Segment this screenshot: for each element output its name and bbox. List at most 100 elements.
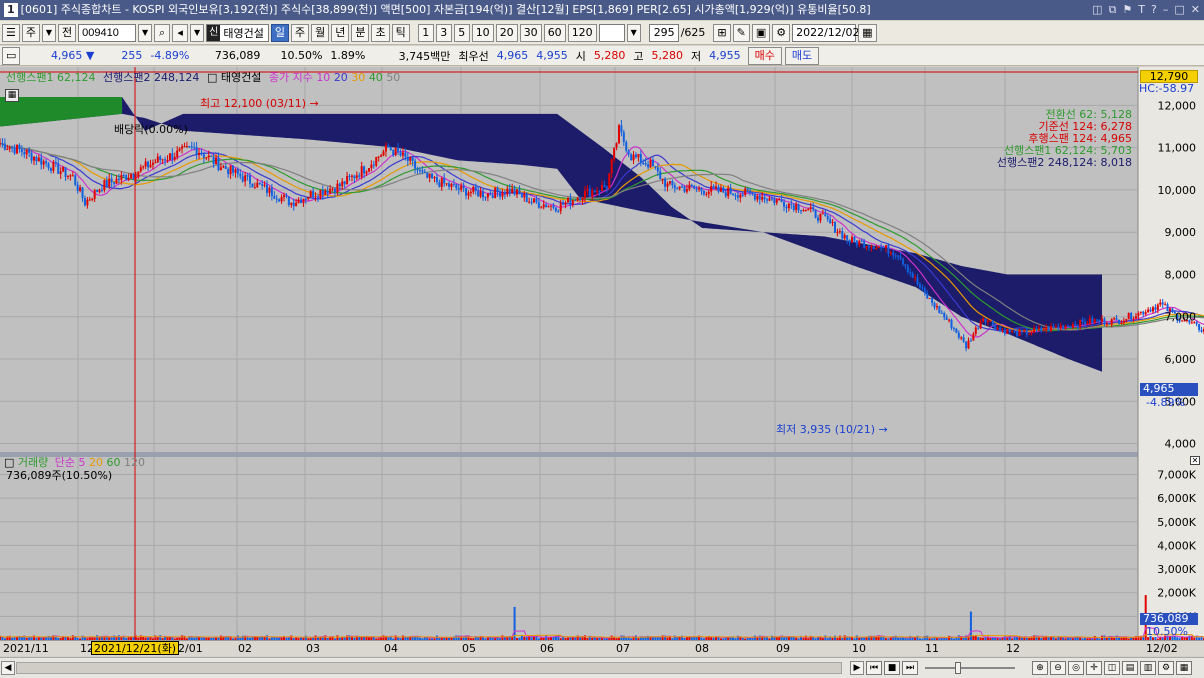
minimize-icon[interactable]: –	[1163, 0, 1169, 20]
zoom-slider-thumb[interactable]	[955, 662, 961, 674]
sell-button[interactable]: 매도	[784, 46, 820, 65]
candle-body	[1016, 330, 1019, 337]
prev-stock-icon[interactable]: ◂	[172, 23, 189, 42]
candle-body	[935, 306, 938, 308]
candle-body	[931, 297, 934, 303]
stop-icon[interactable]: ■	[884, 661, 900, 675]
candle-body	[1117, 319, 1120, 324]
candle-body	[86, 199, 89, 206]
candle-body	[392, 150, 395, 156]
zoom-out-icon[interactable]: ⊖	[1050, 661, 1066, 675]
display-count-input[interactable]: 295	[648, 23, 679, 42]
interval-3-button[interactable]: 3	[435, 23, 452, 42]
gear-icon[interactable]: ⚙	[772, 23, 791, 42]
candle-body	[778, 199, 781, 201]
chart-scrollbar[interactable]: ◀ ▶ ⏮ ■ ⏭ ⊕ ⊖ ◎ ✛ ◫ ▤ ▥ ⚙ ▦	[0, 657, 1204, 678]
share-icon[interactable]: ⧉	[1109, 0, 1117, 20]
last-icon[interactable]: ⏭	[902, 661, 918, 675]
zoom-slider-track[interactable]	[925, 667, 1015, 669]
stock-code-input[interactable]	[78, 23, 137, 42]
volume-legend-ma120: 120	[124, 456, 146, 469]
interval-10-button[interactable]: 10	[471, 23, 494, 42]
legend-color-square-icon: □	[4, 456, 15, 469]
period-minute-button[interactable]: 분	[351, 23, 370, 42]
buy-button[interactable]: 매수	[747, 46, 782, 65]
chevron-down-icon[interactable]: ▼	[138, 23, 153, 42]
close-icon[interactable]: ✕	[1191, 0, 1200, 20]
close-panel-icon[interactable]: ✕	[1190, 456, 1200, 465]
zoom-reset-icon[interactable]: ◎	[1068, 661, 1084, 675]
grid-view-icon[interactable]: ▤	[1122, 661, 1138, 675]
save-icon[interactable]: ▣	[751, 23, 771, 42]
candle-body	[455, 184, 458, 189]
interval-120-button[interactable]: 120	[567, 23, 597, 42]
candle-body	[489, 193, 492, 196]
period-month-button[interactable]: 월	[311, 23, 330, 42]
chart-area[interactable]: 4,000 5,000 6,000 7,000 8,000 9,000 10,000 11,0…	[0, 67, 1204, 640]
chart-list-icon[interactable]: ▥	[1140, 661, 1156, 675]
scroll-thumb[interactable]	[16, 662, 842, 674]
candle-body	[125, 175, 128, 180]
candle-body	[460, 185, 463, 190]
draw-tool-icon[interactable]: ✎	[732, 23, 750, 42]
date-input[interactable]: 2022/12/02	[792, 23, 860, 42]
stock-name-box[interactable]: 신 태영건설	[206, 23, 269, 42]
pin-icon[interactable]: ⚑	[1122, 0, 1132, 20]
split-view-icon[interactable]: ◫	[1104, 661, 1120, 675]
interval-30-button[interactable]: 30	[519, 23, 542, 42]
volume-legend-simple: 단순	[54, 456, 76, 469]
volume-tick-label: 6,000K	[1157, 492, 1196, 505]
candle-body	[397, 147, 400, 153]
candle-body	[469, 191, 472, 193]
interval-5-button[interactable]: 5	[453, 23, 470, 42]
maximize-icon[interactable]: □	[1174, 0, 1184, 20]
custom-interval-input[interactable]	[598, 23, 625, 42]
first-icon[interactable]: ⏮	[866, 661, 882, 675]
scroll-right-icon[interactable]: ▶	[850, 661, 864, 675]
text-icon[interactable]: T	[1138, 0, 1145, 20]
config-icon[interactable]: ⚙	[1158, 661, 1174, 675]
interval-60-button[interactable]: 60	[543, 23, 566, 42]
candle-body	[367, 168, 370, 172]
interval-20-button[interactable]: 20	[495, 23, 518, 42]
candle-body	[938, 306, 941, 313]
crosshair-icon[interactable]: ✛	[1086, 661, 1102, 675]
market-select[interactable]: 주	[21, 23, 40, 42]
expand-icon[interactable]: ▭	[2, 46, 21, 65]
high-price: 5,280	[651, 49, 684, 62]
candle-body	[1164, 304, 1167, 306]
period-year-button[interactable]: 년	[331, 23, 350, 42]
chevron-down-icon[interactable]: ▼	[42, 23, 56, 42]
candle-body	[423, 171, 426, 173]
zoom-in-icon[interactable]: ⊕	[1032, 661, 1048, 675]
candle-body	[540, 207, 543, 209]
tile-icon[interactable]: ◫	[1092, 0, 1102, 20]
period-tick-button[interactable]: 틱	[391, 23, 410, 42]
candle-body	[457, 188, 460, 190]
period-day-button[interactable]: 일	[270, 23, 289, 42]
low-label: 저	[691, 49, 702, 63]
scroll-left-icon[interactable]: ◀	[1, 661, 15, 675]
candle-body	[234, 169, 237, 173]
period-second-button[interactable]: 초	[371, 23, 390, 42]
help-icon[interactable]: ?	[1151, 0, 1157, 20]
chevron-down-icon[interactable]: ▼	[626, 23, 641, 42]
candle-body	[598, 190, 601, 192]
calendar-icon[interactable]: ▦	[858, 23, 877, 42]
candle-body	[613, 147, 616, 160]
layers-icon[interactable]: ▦	[1176, 661, 1192, 675]
search-icon[interactable]: ⌕	[154, 23, 171, 42]
trade-amount: 3,745백만	[398, 49, 451, 63]
period-week-button[interactable]: 주	[290, 23, 310, 42]
candle-body	[967, 340, 970, 349]
menu-icon[interactable]: ☰	[2, 23, 20, 42]
interval-1-button[interactable]: 1	[417, 23, 434, 42]
candle-body	[159, 156, 162, 161]
table-icon[interactable]: ▦	[5, 89, 19, 102]
candle-body	[630, 154, 633, 161]
market-all-button[interactable]: 전	[58, 23, 77, 42]
zoom-icon[interactable]: ⊞	[713, 23, 731, 42]
candle-body	[860, 240, 863, 242]
turnover-rate: 1.89%	[330, 49, 366, 62]
chevron-down-icon[interactable]: ▼	[190, 23, 205, 42]
